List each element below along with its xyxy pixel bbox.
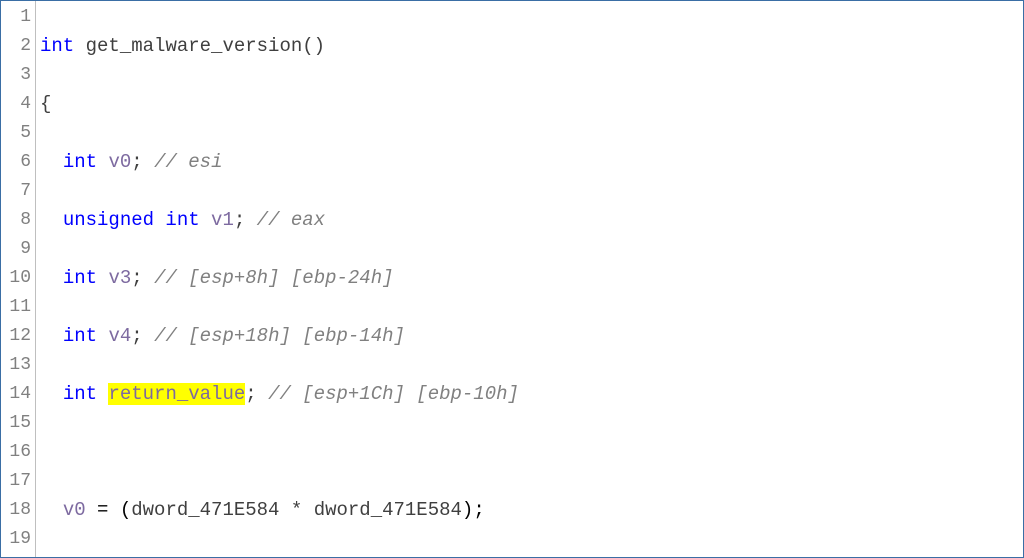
code-line[interactable]: v0 = (dword_471E584 * dword_471E584); [40, 496, 1023, 525]
line-number: 15 [1, 409, 31, 438]
brace-open: { [40, 93, 51, 115]
comment: // [esp+8h] [ebp-24h] [154, 267, 393, 289]
line-number: 2 [1, 32, 31, 61]
comment: // [esp+1Ch] [ebp-10h] [268, 383, 519, 405]
comment: // eax [257, 209, 325, 231]
paren-open: ( [302, 35, 313, 57]
variable: v3 [108, 267, 131, 289]
function-name: get_malware_version [86, 35, 303, 57]
semicolon: ; [131, 325, 142, 347]
line-number: 10 [1, 264, 31, 293]
code-line[interactable]: int return_value; // [esp+1Ch] [ebp-10h] [40, 380, 1023, 409]
line-number: 16 [1, 438, 31, 467]
line-number: 1 [1, 3, 31, 32]
line-number: 3 [1, 61, 31, 90]
code-line[interactable]: v4 = g_value_0x21F89813; [40, 554, 1023, 558]
variable: v4 [108, 325, 131, 347]
line-number: 11 [1, 293, 31, 322]
code-line[interactable]: int v4; // [esp+18h] [ebp-14h] [40, 322, 1023, 351]
comment: // [esp+18h] [ebp-14h] [154, 325, 405, 347]
comment: // esi [154, 151, 222, 173]
paren-close: ) [314, 35, 325, 57]
semicolon: ; [245, 383, 256, 405]
line-number-gutter: 1 2 3 4 5 6 7 8 9 10 11 12 13 14 15 16 1… [1, 1, 36, 557]
code-line[interactable] [40, 438, 1023, 467]
line-number: 5 [1, 119, 31, 148]
type-keyword: int [63, 267, 97, 289]
code-line[interactable]: int v0; // esi [40, 148, 1023, 177]
code-line[interactable]: int get_malware_version() [40, 32, 1023, 61]
variable-highlighted: return_value [108, 383, 245, 405]
variable: v0 [63, 499, 86, 521]
line-number: 19 [1, 525, 31, 554]
line-number: 18 [1, 496, 31, 525]
variable: v1 [211, 209, 234, 231]
code-editor[interactable]: 1 2 3 4 5 6 7 8 9 10 11 12 13 14 15 16 1… [0, 0, 1024, 558]
semicolon: ; [234, 209, 245, 231]
line-number: 6 [1, 148, 31, 177]
line-number: 4 [1, 90, 31, 119]
line-number: 9 [1, 235, 31, 264]
type-keyword: int [63, 325, 97, 347]
line-number: 8 [1, 206, 31, 235]
line-number: 7 [1, 177, 31, 206]
code-line[interactable]: int v3; // [esp+8h] [ebp-24h] [40, 264, 1023, 293]
semicolon: ; [131, 267, 142, 289]
line-number: 13 [1, 351, 31, 380]
type-keyword: int [63, 383, 97, 405]
variable: v0 [108, 151, 131, 173]
code-line[interactable]: { [40, 90, 1023, 119]
operator: * [291, 499, 302, 521]
type-keyword: int [63, 151, 97, 173]
code-area[interactable]: int get_malware_version() { int v0; // e… [36, 1, 1023, 557]
global-symbol: dword_471E584 [131, 499, 279, 521]
line-number: 14 [1, 380, 31, 409]
type-keyword: int [40, 35, 74, 57]
semicolon: ; [131, 151, 142, 173]
type-keyword: unsigned int [63, 209, 200, 231]
line-number: 12 [1, 322, 31, 351]
line-number: 17 [1, 467, 31, 496]
code-line[interactable]: unsigned int v1; // eax [40, 206, 1023, 235]
global-symbol: dword_471E584 [314, 499, 462, 521]
